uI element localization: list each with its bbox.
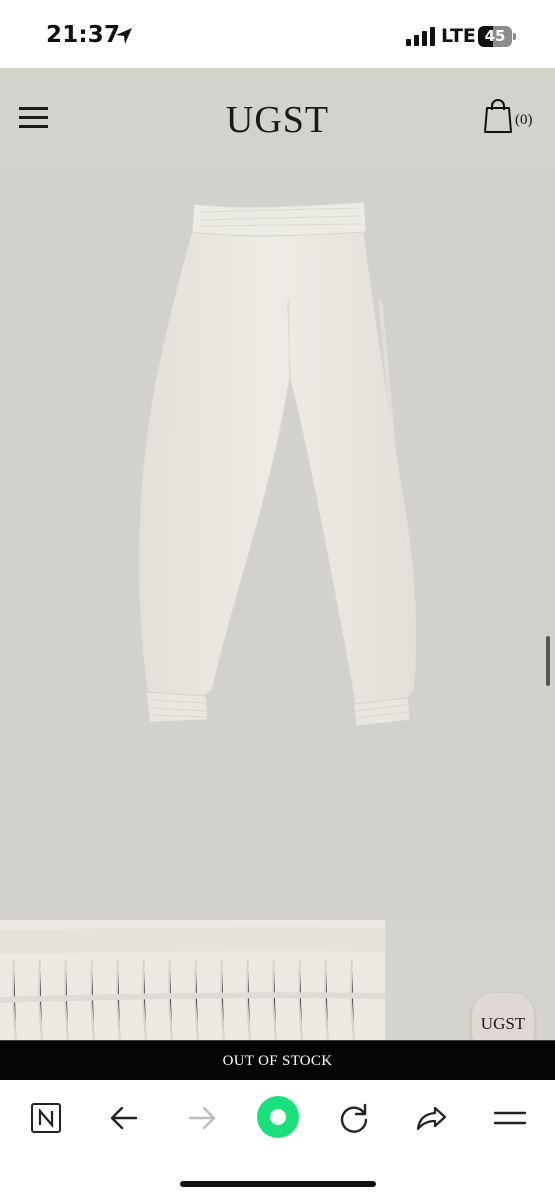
shopping-bag-icon (484, 99, 512, 133)
naver-home-button[interactable] (24, 1096, 68, 1140)
product-image[interactable] (0, 168, 555, 920)
refresh-button[interactable] (332, 1096, 376, 1140)
scroll-indicator[interactable] (546, 636, 550, 686)
home-indicator (180, 1181, 376, 1187)
browser-toolbar (0, 1080, 555, 1200)
cart-button[interactable]: (0) (484, 98, 540, 136)
back-button[interactable] (102, 1096, 146, 1140)
share-button[interactable] (410, 1096, 454, 1140)
out-of-stock-bar[interactable]: OUT OF STOCK (0, 1040, 555, 1080)
forward-button[interactable] (180, 1096, 224, 1140)
share-icon (416, 1106, 447, 1131)
green-dot-button[interactable] (255, 1094, 301, 1140)
sweatpants-illustration (138, 201, 417, 727)
location-arrow-icon (116, 28, 132, 44)
status-bar: 21:37 LTE 45 (0, 0, 555, 68)
battery-percent: 45 (484, 27, 506, 45)
network-type: LTE (441, 25, 476, 47)
arrow-right-icon (188, 1106, 216, 1130)
site-header: UGST (0) (0, 68, 555, 168)
green-circle-icon (257, 1096, 299, 1138)
cart-count: (0) (515, 112, 533, 128)
more-menu-button[interactable] (488, 1096, 532, 1140)
battery-icon: 45 (478, 26, 516, 47)
brand-logo[interactable]: UGST (0, 98, 555, 142)
refresh-icon (340, 1103, 368, 1133)
arrow-left-icon (110, 1106, 138, 1130)
menu-lines-icon (493, 1111, 527, 1125)
cellular-signal-icon (406, 27, 435, 46)
naver-n-icon (31, 1103, 61, 1133)
status-time: 21:37 (46, 22, 121, 48)
